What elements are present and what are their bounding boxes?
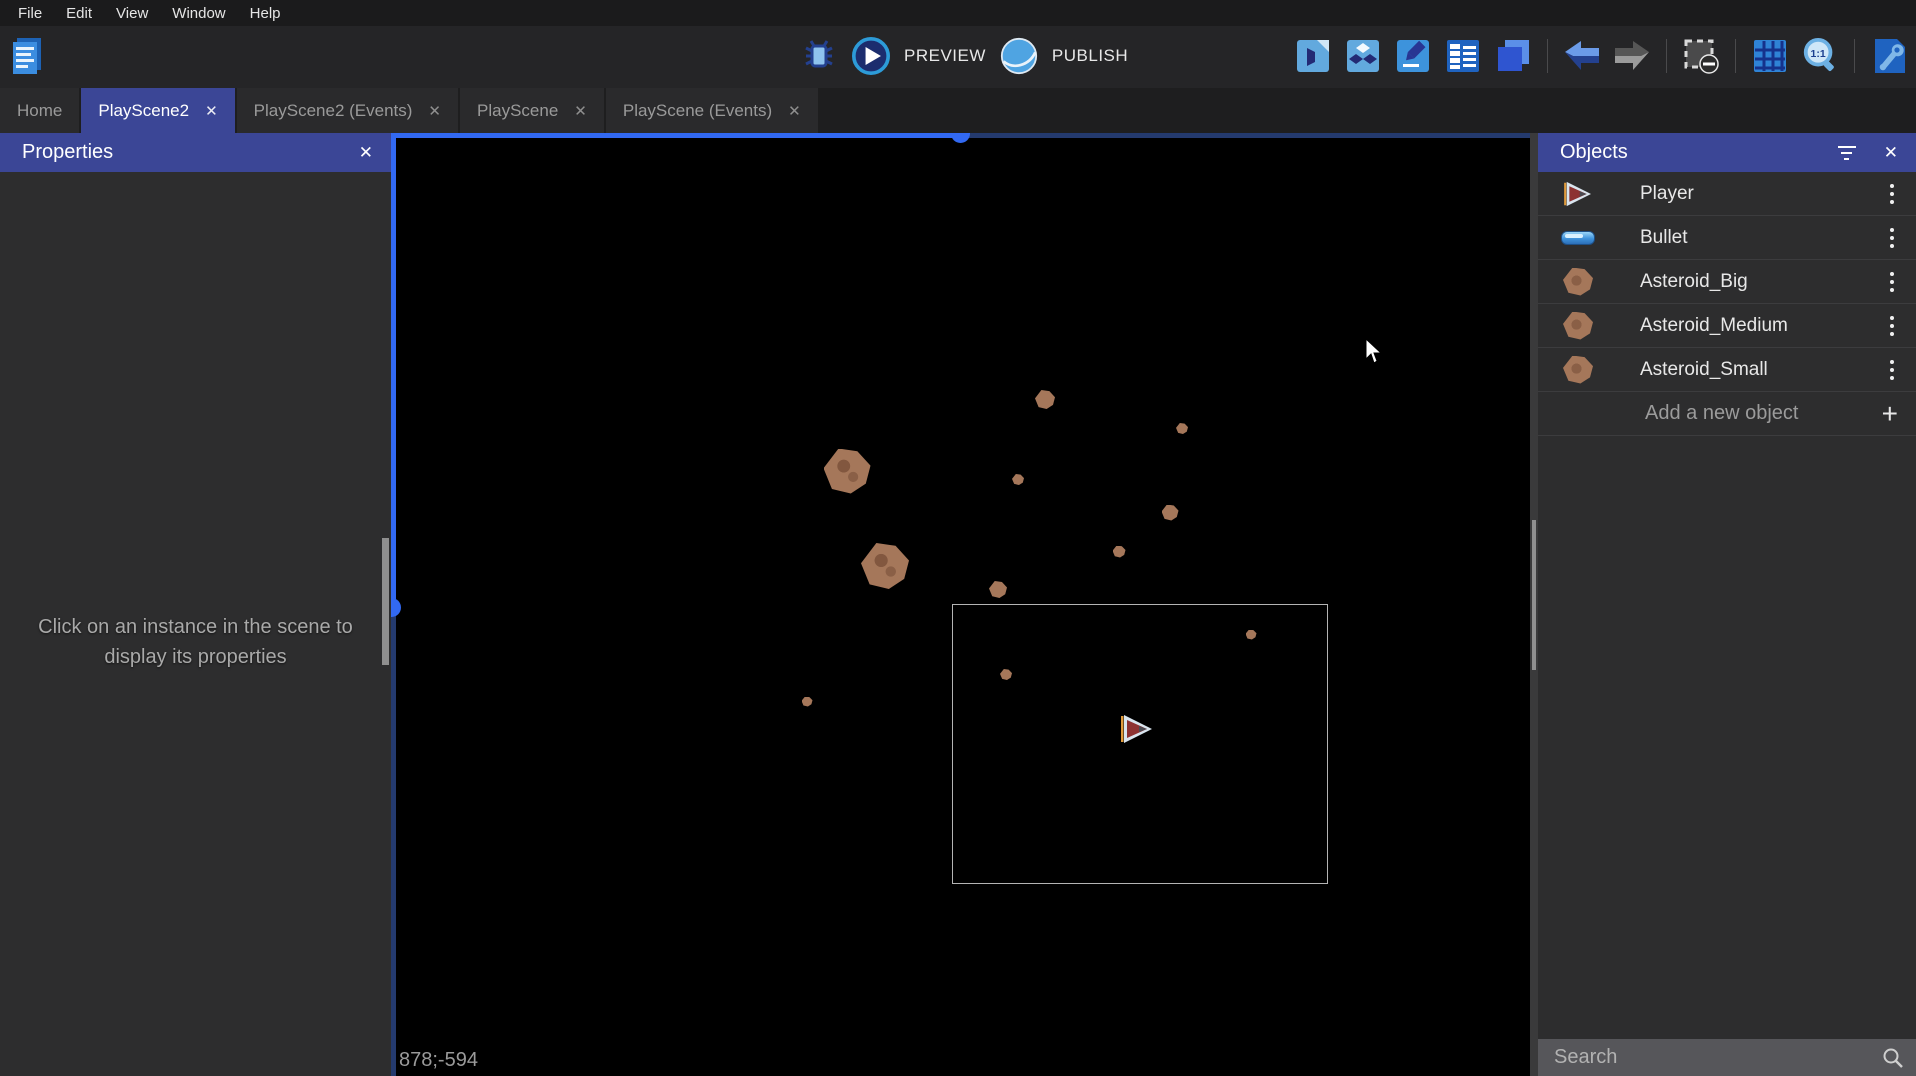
asteroid-instance[interactable]: [1176, 423, 1188, 434]
publish-button-label[interactable]: PUBLISH: [1052, 46, 1128, 66]
mouse-cursor-icon: [1365, 339, 1383, 370]
properties-close-icon[interactable]: ✕: [355, 143, 377, 163]
add-object-label: Add a new object: [1645, 402, 1882, 425]
asteroid-icon: [1558, 353, 1598, 387]
object-menu-dots-icon[interactable]: [1884, 224, 1900, 252]
layers-icon[interactable]: [1494, 36, 1532, 76]
object-search-input[interactable]: [1552, 1045, 1882, 1070]
objects-panel-header: Objects ✕: [1538, 133, 1916, 172]
tab-playscene2[interactable]: PlayScene2 ✕: [81, 88, 234, 133]
publish-globe-icon[interactable]: [1000, 36, 1038, 76]
asteroid-instance[interactable]: [1012, 474, 1024, 485]
debug-icon[interactable]: [800, 36, 838, 76]
object-row-bullet[interactable]: Bullet: [1538, 216, 1916, 260]
tab-close-icon[interactable]: ✕: [428, 102, 441, 120]
object-row-asteroid-big[interactable]: Asteroid_Big: [1538, 260, 1916, 304]
object-row-asteroid-medium[interactable]: Asteroid_Medium: [1538, 304, 1916, 348]
tab-label: PlayScene: [477, 101, 558, 121]
editor-tab-bar: HomePlayScene2✕PlayScene2 (Events)✕PlayS…: [0, 88, 1916, 133]
undo-icon[interactable]: [1563, 36, 1601, 76]
asteroid-instance[interactable]: [824, 449, 871, 494]
asteroid-instance[interactable]: [861, 543, 909, 589]
main-toolbar: PREVIEW PUBLISH: [0, 26, 1916, 88]
add-object-row[interactable]: Add a new object +: [1538, 392, 1916, 436]
tab-close-icon[interactable]: ✕: [788, 102, 801, 120]
scene-canvas[interactable]: 878;-594: [391, 133, 1530, 1076]
edit-objects-icon[interactable]: [1344, 36, 1382, 76]
object-name-label: Player: [1640, 183, 1884, 205]
plus-icon[interactable]: +: [1882, 400, 1898, 428]
preview-play-icon[interactable]: [852, 36, 890, 76]
object-name-label: Asteroid_Medium: [1640, 315, 1884, 337]
toolbar-separator: [1547, 39, 1548, 73]
canvas-right-scrollbar[interactable]: [1530, 133, 1538, 1076]
toggle-grid-icon[interactable]: [1751, 36, 1789, 76]
zoom-original-icon[interactable]: 1:1: [1801, 36, 1839, 76]
bullet-icon: [1558, 221, 1598, 255]
tab-label: PlayScene (Events): [623, 101, 772, 121]
tab-playscene-events[interactable]: PlayScene (Events) ✕: [606, 88, 818, 133]
object-row-player[interactable]: Player: [1538, 172, 1916, 216]
svg-text:1:1: 1:1: [1811, 49, 1826, 60]
edit-scene-icon[interactable]: [1294, 36, 1332, 76]
objects-close-icon[interactable]: ✕: [1880, 143, 1902, 163]
object-menu-dots-icon[interactable]: [1884, 312, 1900, 340]
menu-item-edit[interactable]: Edit: [54, 5, 104, 22]
menu-item-help[interactable]: Help: [238, 5, 293, 22]
asteroid-icon: [1558, 265, 1598, 299]
object-menu-dots-icon[interactable]: [1884, 268, 1900, 296]
edit-events-icon[interactable]: [1444, 36, 1482, 76]
toolbar-separator: [1735, 39, 1736, 73]
search-icon[interactable]: [1882, 1047, 1904, 1069]
canvas-horizontal-scroll-handle[interactable]: [951, 133, 970, 143]
tab-close-icon[interactable]: ✕: [205, 102, 218, 120]
object-search-bar: [1538, 1039, 1916, 1076]
object-name-label: Bullet: [1640, 227, 1884, 249]
tab-label: PlayScene2 (Events): [254, 101, 413, 121]
menu-item-view[interactable]: View: [104, 5, 160, 22]
objects-panel: Objects ✕ Player Bullet Asteroid_Big Astero…: [1538, 133, 1916, 1076]
canvas-vertical-scroll-handle[interactable]: [391, 598, 401, 617]
object-name-label: Asteroid_Big: [1640, 271, 1884, 293]
object-menu-dots-icon[interactable]: [1884, 180, 1900, 208]
objects-panel-title: Objects: [1560, 141, 1836, 164]
tab-label: Home: [17, 101, 62, 121]
asteroid-icon: [1558, 309, 1598, 343]
properties-panel-title: Properties: [22, 141, 355, 164]
object-menu-dots-icon[interactable]: [1884, 356, 1900, 384]
menu-item-file[interactable]: File: [6, 5, 54, 22]
tab-playscene[interactable]: PlayScene ✕: [460, 88, 604, 133]
object-row-asteroid-small[interactable]: Asteroid_Small: [1538, 348, 1916, 392]
properties-panel: Properties ✕ Click on an instance in the…: [0, 133, 391, 1076]
asteroid-instance[interactable]: [1035, 390, 1055, 409]
toolbar-separator: [1854, 39, 1855, 73]
tab-label: PlayScene2: [98, 101, 189, 121]
preview-button-label[interactable]: PREVIEW: [904, 46, 986, 66]
tab-close-icon[interactable]: ✕: [574, 102, 587, 120]
filter-icon[interactable]: [1836, 144, 1858, 162]
object-name-label: Asteroid_Small: [1640, 359, 1884, 381]
asteroid-instance[interactable]: [1113, 546, 1126, 558]
player-icon: [1558, 177, 1598, 211]
menu-item-window[interactable]: Window: [160, 5, 237, 22]
tab-playscene2-events[interactable]: PlayScene2 (Events) ✕: [237, 88, 458, 133]
menu-bar: FileEditViewWindowHelp: [0, 0, 1916, 26]
toolbar-separator: [1666, 39, 1667, 73]
object-list: Player Bullet Asteroid_Big Asteroid_Medium A…: [1538, 172, 1916, 392]
tab-home[interactable]: Home: [0, 88, 79, 133]
edit-scene-properties-icon[interactable]: [1394, 36, 1432, 76]
open-settings-icon[interactable]: [1870, 36, 1908, 76]
project-manager-icon[interactable]: [8, 36, 46, 76]
asteroid-instance[interactable]: [1162, 505, 1179, 521]
player-instance[interactable]: [1118, 714, 1156, 749]
redo-icon[interactable]: [1613, 36, 1651, 76]
asteroid-instance[interactable]: [802, 697, 813, 707]
cursor-coordinates-label: 878;-594: [399, 1049, 478, 1072]
deselect-instances-icon[interactable]: [1682, 36, 1720, 76]
canvas-right-scroll-thumb[interactable]: [1532, 520, 1536, 670]
properties-panel-header: Properties ✕: [0, 133, 391, 172]
properties-empty-message: Click on an instance in the scene to dis…: [28, 612, 363, 672]
properties-scrollbar[interactable]: [382, 538, 389, 665]
asteroid-instance[interactable]: [989, 581, 1007, 598]
